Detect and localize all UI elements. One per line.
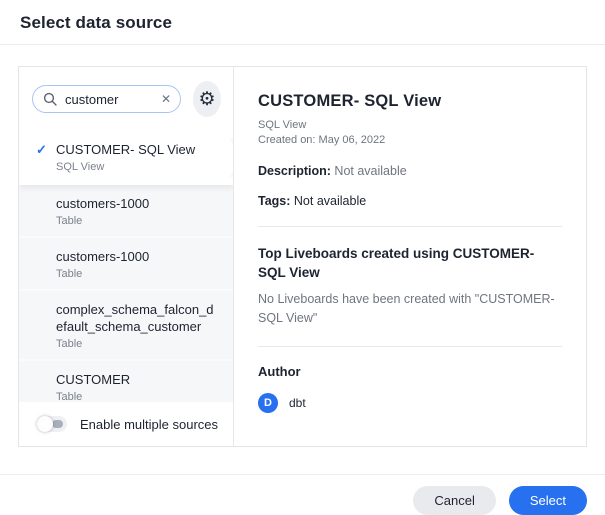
- source-detail-title: CUSTOMER- SQL View: [258, 92, 562, 111]
- tags-row: Tags: Not available: [258, 194, 562, 208]
- source-type: Table: [56, 215, 219, 227]
- toggle-dash: [52, 420, 63, 428]
- gear-icon: ⚙: [199, 90, 216, 109]
- cancel-button[interactable]: Cancel: [413, 486, 495, 515]
- liveboards-empty-message: No Liveboards have been created with "CU…: [258, 290, 562, 328]
- tags-label: Tags:: [258, 194, 290, 208]
- section-divider: [258, 346, 562, 347]
- list-item-customers-1000-b[interactable]: customers-1000 Table: [19, 238, 233, 291]
- source-type: Table: [56, 391, 219, 402]
- author-name: dbt: [289, 396, 306, 410]
- select-button[interactable]: Select: [509, 486, 587, 515]
- source-list: ✓ CUSTOMER- SQL View SQL View customers-…: [19, 130, 233, 402]
- search-input[interactable]: [65, 92, 153, 107]
- section-divider: [258, 226, 562, 227]
- author-heading: Author: [258, 364, 562, 379]
- search-box[interactable]: ✕: [32, 85, 181, 113]
- select-data-source-dialog: Select data source ✕ ⚙: [0, 0, 605, 515]
- author-avatar: D: [258, 393, 278, 413]
- source-type: SQL View: [56, 161, 219, 173]
- data-source-settings-button[interactable]: ⚙: [193, 81, 221, 117]
- dialog-header: Select data source: [0, 0, 605, 45]
- description-row: Description: Not available: [258, 164, 562, 178]
- source-name: customers-1000: [56, 248, 219, 265]
- source-type: Table: [56, 268, 219, 280]
- description-label: Description:: [258, 164, 331, 178]
- dialog-body: ✕ ⚙ ✓ CUSTOMER- SQL View SQL View: [0, 45, 605, 453]
- source-created-date: Created on: May 06, 2022: [258, 133, 562, 148]
- list-item-customer[interactable]: CUSTOMER Table: [19, 361, 233, 402]
- source-type: Table: [56, 338, 219, 350]
- liveboards-heading: Top Liveboards created using CUSTOMER- S…: [258, 244, 562, 282]
- description-value: Not available: [334, 164, 406, 178]
- source-name: customers-1000: [56, 195, 219, 212]
- source-name: complex_schema_falcon_default_schema_cus…: [56, 301, 219, 335]
- multiple-sources-toggle[interactable]: [37, 416, 67, 432]
- search-icon: [43, 92, 57, 106]
- list-item-customer-sql-view[interactable]: ✓ CUSTOMER- SQL View SQL View: [19, 130, 233, 185]
- dialog-footer: Cancel Select: [0, 474, 605, 515]
- data-source-panel: ✕ ⚙ ✓ CUSTOMER- SQL View SQL View: [18, 66, 587, 447]
- clear-search-icon[interactable]: ✕: [161, 93, 171, 105]
- search-row: ✕ ⚙: [19, 67, 233, 130]
- toggle-label: Enable multiple sources: [80, 417, 218, 432]
- author-row: D dbt: [258, 393, 562, 413]
- source-details-pane: CUSTOMER- SQL View SQL View Created on: …: [234, 67, 586, 446]
- list-item-complex-schema-customer[interactable]: complex_schema_falcon_default_schema_cus…: [19, 291, 233, 361]
- toggle-knob: [37, 416, 53, 432]
- source-list-pane: ✕ ⚙ ✓ CUSTOMER- SQL View SQL View: [19, 67, 234, 446]
- page-title: Select data source: [20, 13, 585, 33]
- enable-multiple-sources-row[interactable]: Enable multiple sources: [19, 402, 233, 446]
- check-icon: ✓: [36, 142, 47, 158]
- source-name: CUSTOMER- SQL View: [56, 141, 219, 158]
- source-detail-type: SQL View: [258, 118, 562, 133]
- list-item-customers-1000-a[interactable]: customers-1000 Table: [19, 185, 233, 238]
- source-name: CUSTOMER: [56, 371, 219, 388]
- tags-value: Not available: [294, 194, 366, 208]
